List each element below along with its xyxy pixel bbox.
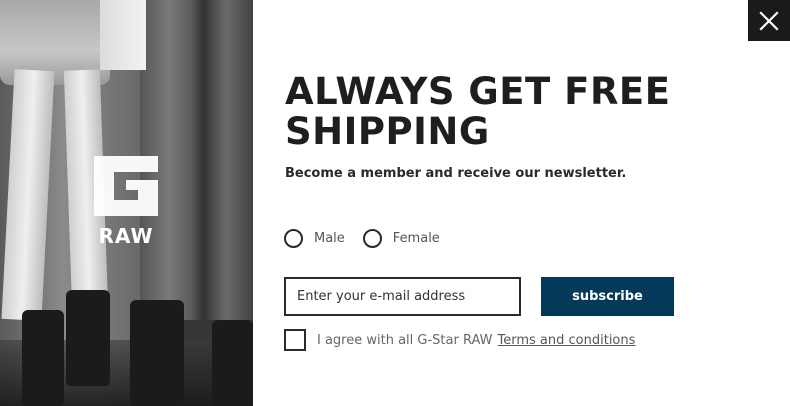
- newsletter-modal: RAW ALWAYS GET FREE SHIPPING Become a me…: [0, 0, 790, 406]
- terms-link[interactable]: Terms and conditions: [498, 333, 636, 348]
- logo-text: RAW: [98, 224, 154, 248]
- agree-text: I agree with all G-Star RAW: [317, 332, 493, 348]
- female-radio[interactable]: [362, 229, 382, 248]
- gender-selector: Male Female: [284, 229, 458, 248]
- male-label: Male: [314, 231, 345, 246]
- terms-agreement: I agree with all G-Star RAW Terms and co…: [284, 329, 635, 351]
- gstar-logo: RAW: [88, 150, 164, 250]
- popup-subheadline: Become a member and receive our newslett…: [285, 166, 627, 181]
- promo-photo: RAW: [0, 0, 253, 406]
- popup-headline: ALWAYS GET FREE SHIPPING: [285, 70, 671, 153]
- gender-female-option[interactable]: Female: [362, 229, 440, 248]
- close-icon: [759, 10, 779, 31]
- female-label: Female: [392, 231, 440, 246]
- subscribe-button[interactable]: subscribe: [541, 277, 674, 316]
- male-radio[interactable]: [284, 229, 303, 248]
- close-button[interactable]: [748, 0, 790, 41]
- email-input[interactable]: [284, 277, 521, 316]
- terms-checkbox[interactable]: [284, 329, 306, 351]
- gender-male-option[interactable]: Male: [284, 229, 345, 248]
